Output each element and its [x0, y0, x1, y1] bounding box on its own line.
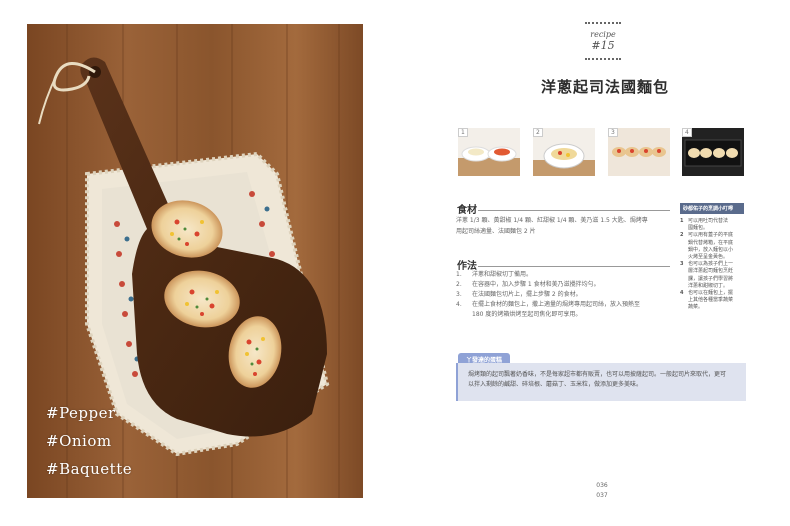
step-image-number: 4 — [682, 128, 692, 137]
step-image-number: 1 — [458, 128, 468, 137]
recipe-title: 洋蔥起司法國麵包 — [540, 78, 669, 96]
step-number: 3. — [456, 291, 462, 298]
step-number: 1. — [456, 271, 462, 278]
sidebar-item-number: 2 — [680, 232, 684, 239]
method-step: 2. 在容器中，加入步驟 1 食材和美乃滋攪拌均勻。 — [456, 280, 666, 290]
step-text: 在容器中，加入步驟 1 食材和美乃滋攪拌均勻。 — [472, 281, 600, 288]
sidebar-item: 鍋中，放入麵包以小 — [680, 247, 744, 254]
sidebar-item-text: 蔬菜。 — [688, 304, 704, 311]
step-image-4: 4 — [682, 128, 744, 176]
sidebar-item: 2 可以用有蓋子的平底 — [680, 232, 744, 239]
hashtag-baguette: #Baquette — [46, 460, 133, 478]
page-number-left: 036 — [596, 482, 608, 489]
book-spread: #Pepper #Oniom #Baquette recipe #15 洋蔥起司… — [0, 0, 790, 526]
badge-top-dots — [585, 22, 621, 24]
sidebar-item-text: 課，讓孩子們學習將 — [688, 275, 734, 282]
method-steps: 1. 洋蔥和甜椒切丁備用。 2. 在容器中，加入步驟 1 食材和美乃滋攪拌均勻。 3… — [456, 270, 666, 320]
food-photo: #Pepper #Oniom #Baquette — [27, 24, 363, 498]
page-number-right: 037 — [596, 492, 608, 499]
sidebar-item-number — [680, 283, 688, 290]
ingredients-text: 洋蔥 1/3 顆、黃甜椒 1/4 顆、紅甜椒 1/4 顆、美乃滋 1.5 大匙、… — [456, 215, 672, 237]
sidebar-item-text: 鍋代替烤箱，在平底 — [688, 239, 734, 246]
sidebar-item-number: 4 — [680, 290, 684, 297]
tip-box: 焗烤類的起司飄著奶香味，不是每家超市都有販賣，也可以用披薩起司。一般起司片來取代… — [456, 363, 746, 401]
step-text: 在擺上食材的麵包上，撒上適量的焗烤專用起司絲，放入預熱至 — [472, 301, 641, 308]
step-image-number: 2 — [533, 128, 543, 137]
sidebar-item-text: 鍋中，放入麵包以小 — [688, 246, 734, 253]
sidebar-item-text: 層洋蔥起司麵包烹飪 — [688, 268, 734, 275]
sidebar-item: 層洋蔥起司麵包烹飪 — [680, 268, 744, 275]
method-step: 3. 在法國麵包切片上，擺上步驟 2 的食材。 — [456, 290, 666, 300]
method-step: 4. 在擺上食材的麵包上，撒上適量的焗烤專用起司絲，放入預熱至 — [456, 300, 666, 310]
sidebar-item: 鍋代替烤箱，在平底 — [680, 240, 744, 247]
cooking-tips-sidebar: 砂都佑子的烹調小叮嚀 1 可以用吐司代替法 國麵包。 2 可以用有蓋子的平底 鍋代替… — [680, 203, 744, 312]
sidebar-item: 課，讓孩子們學習將 — [680, 276, 744, 283]
step-text: 在法國麵包切片上，擺上步驟 2 的食材。 — [472, 291, 582, 298]
sidebar-heading: 砂都佑子的烹調小叮嚀 — [680, 203, 744, 214]
method-step: 180 度的烤箱烘烤至起司焦化即可享用。 — [456, 310, 666, 320]
step-number — [456, 310, 472, 320]
ingredients-rule — [478, 210, 670, 211]
sidebar-item-number — [680, 304, 688, 311]
sidebar-item-number: 3 — [680, 261, 684, 268]
step-image-2: 2 — [533, 128, 595, 176]
sidebar-item-number — [680, 276, 688, 283]
method-rule — [478, 266, 670, 267]
step-text: 180 度的烤箱烘烤至起司焦化即可享用。 — [472, 311, 582, 318]
step-number: 2. — [456, 281, 462, 288]
sidebar-item-number — [680, 254, 688, 261]
badge-bottom-dots — [585, 58, 621, 60]
sidebar-item-text: 洋蔥和甜椒切丁。 — [688, 282, 729, 289]
ingredients-line-2: 用起司絲適量、法國麵包 2 片 — [456, 228, 536, 235]
method-step: 1. 洋蔥和甜椒切丁備用。 — [456, 270, 666, 280]
sidebar-item: 蔬菜。 — [680, 304, 744, 311]
step-number: 4. — [456, 301, 462, 308]
recipe-label: recipe — [590, 30, 616, 39]
ingredients-heading: 食材 — [457, 205, 477, 216]
hashtag-onion: #Oniom — [46, 432, 112, 450]
tip-line-2: 以拌入剩餘的鹹甜、碎培根、蘑菇丁、玉米粒，做添加更多美味。 — [468, 381, 643, 388]
recipe-badge: recipe #15 — [585, 20, 621, 62]
step-image-1: 1 — [458, 128, 520, 176]
sidebar-item-number — [680, 247, 688, 254]
step-text: 洋蔥和甜椒切丁備用。 — [472, 271, 533, 278]
step-image-number: 3 — [608, 128, 618, 137]
ingredients-line-1: 洋蔥 1/3 顆、黃甜椒 1/4 顆、紅甜椒 1/4 顆、美乃滋 1.5 大匙、… — [456, 217, 648, 224]
sidebar-item-number: 1 — [680, 218, 684, 224]
sidebar-item-number — [680, 225, 688, 232]
sidebar-list: 1 可以用吐司代替法 國麵包。 2 可以用有蓋子的平底 鍋代替烤箱，在平底 鍋中，放… — [680, 218, 744, 312]
sidebar-item: 洋蔥和甜椒切丁。 — [680, 283, 744, 290]
recipe-number: #15 — [591, 39, 615, 52]
sidebar-item-number — [680, 268, 688, 275]
tip-line-1: 焗烤類的起司飄著奶香味，不是每家超市都有販賣，也可以用披薩起司。一般起司片來取代… — [468, 371, 727, 378]
sidebar-item-number — [680, 240, 688, 247]
hashtag-pepper: #Pepper — [46, 404, 116, 422]
step-image-3: 3 — [608, 128, 670, 176]
sidebar-item-number — [680, 297, 688, 304]
food-photo-illustration — [27, 24, 363, 498]
sidebar-item-text: 可以用有蓋子的平底 — [688, 232, 734, 239]
